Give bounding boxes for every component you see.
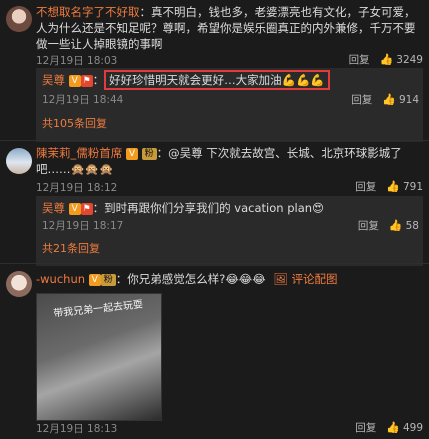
like-count: 914 <box>398 93 419 106</box>
like-count: 791 <box>402 180 423 193</box>
reply-button[interactable]: 回复 <box>355 179 376 194</box>
idol-badge-icon: ⚑ <box>80 74 93 87</box>
reply-button[interactable]: 回复 <box>351 92 372 107</box>
timestamp: 12月19日 18:12 <box>36 182 118 194</box>
comment-actions: 回复 👍 3249 <box>349 52 423 67</box>
like-button[interactable]: 👍 791 <box>386 180 423 193</box>
reply-button[interactable]: 回复 <box>349 52 370 67</box>
username[interactable]: 吴尊 <box>42 73 65 87</box>
username[interactable]: -wuchun <box>36 272 85 286</box>
reply-actions: 回复 👍 58 <box>358 218 419 233</box>
username[interactable]: 不想取名字了不好取 <box>36 5 140 19</box>
comment-body: 不想取名字了不好取：真不明白，钱也多，老婆漂亮也有文化，子女可爱，人为什么还是不… <box>36 5 416 51</box>
like-count: 3249 <box>396 53 423 66</box>
divider <box>0 140 429 141</box>
reply-button[interactable]: 回复 <box>355 420 376 435</box>
thumb-up-icon: 👍 <box>386 421 400 434</box>
idol-badge-icon: ⚑ <box>80 202 93 215</box>
v-badge-icon: V <box>68 74 81 87</box>
username[interactable]: 陳茉莉_儒粉首席 <box>36 146 122 160</box>
like-button[interactable]: 👍 499 <box>386 421 423 434</box>
image-sign-text: 带我兄弟一起去玩耍 <box>52 299 144 320</box>
comment-image-link[interactable]: 🖼 评论配图 <box>273 272 337 286</box>
fan-badge-icon: 粉 <box>100 273 116 286</box>
comment-image[interactable]: 带我兄弟一起去玩耍 <box>36 293 162 421</box>
comment-text: 你兄弟感觉怎么样?😂😂😂 <box>127 272 266 286</box>
like-count: 499 <box>402 421 423 434</box>
v-badge-icon: V <box>88 273 101 286</box>
comment-body: -wuchun V 粉：你兄弟感觉怎么样?😂😂😂 🖼 评论配图 <box>36 272 338 286</box>
like-button[interactable]: 👍 914 <box>382 92 419 107</box>
avatar[interactable] <box>6 148 32 174</box>
comment-body: 陳茉莉_儒粉首席 V 粉：@吴尊 下次就去故宫、长城、北京环球影城了吧……🙊🙊🙊 <box>36 146 402 176</box>
reply-button[interactable]: 回复 <box>358 218 379 233</box>
timestamp: 12月19日 18:13 <box>36 423 118 435</box>
timestamp: 12月19日 18:44 <box>42 94 124 106</box>
fan-badge-icon: 粉 <box>141 147 157 160</box>
reply-thread: 吴尊 V ⚑：好好珍惜明天就会更好…大家加油💪💪💪 12月19日 18:44 回复… <box>36 68 423 142</box>
thumb-up-icon: 👍 <box>382 93 396 106</box>
timestamp: 12月19日 18:03 <box>36 55 118 67</box>
username[interactable]: 吴尊 <box>42 201 65 215</box>
thumb-up-icon: 👍 <box>388 219 403 232</box>
reply-actions: 回复 👍 914 <box>351 92 419 107</box>
reply-item: 吴尊 V ⚑ ：到时再跟你们分享我们的 vacation plan😍 <box>42 201 325 215</box>
avatar[interactable] <box>6 271 32 297</box>
like-button[interactable]: 👍 3249 <box>380 53 423 66</box>
thumb-up-icon: 👍 <box>386 180 400 193</box>
thumb-up-icon: 👍 <box>379 53 394 66</box>
like-button[interactable]: 👍 58 <box>389 218 419 233</box>
avatar[interactable] <box>6 6 32 32</box>
more-replies-link[interactable]: 共21条回复 <box>42 240 100 256</box>
divider <box>0 263 429 264</box>
reply-item: 吴尊 V ⚑：好好珍惜明天就会更好…大家加油💪💪💪 <box>42 70 417 90</box>
comment-actions: 回复 👍 791 <box>355 179 423 194</box>
image-icon: 🖼 <box>273 272 288 286</box>
reply-thread: 吴尊 V ⚑ ：到时再跟你们分享我们的 vacation plan😍 12月19日 … <box>36 196 423 266</box>
like-count: 58 <box>405 219 419 232</box>
reply-text: 好好珍惜明天就会更好…大家加油💪💪💪 <box>104 70 330 90</box>
more-replies-link[interactable]: 共105条回复 <box>42 115 107 131</box>
timestamp: 12月19日 18:17 <box>42 220 124 232</box>
comment-actions: 回复 👍 499 <box>355 420 423 435</box>
v-badge-icon: V <box>125 147 138 160</box>
image-link-label: 评论配图 <box>291 272 338 286</box>
reply-text: 到时再跟你们分享我们的 vacation plan😍 <box>104 201 325 215</box>
v-badge-icon: V <box>68 202 81 215</box>
